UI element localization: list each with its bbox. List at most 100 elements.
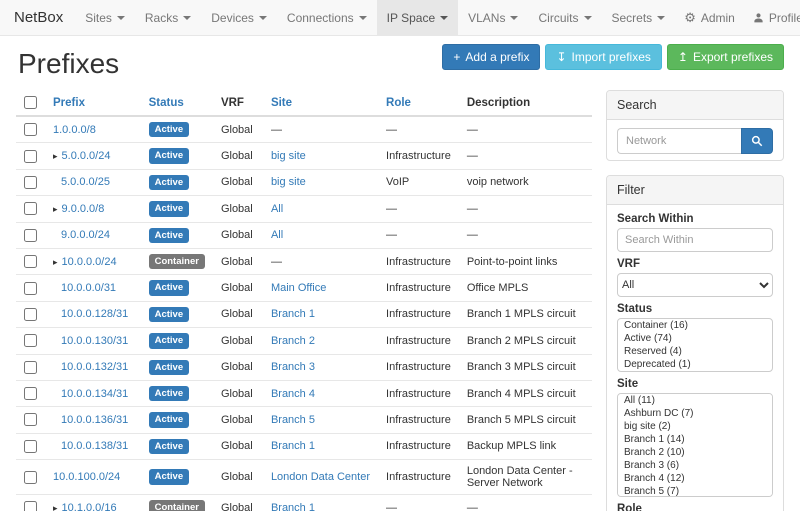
table-row: 10.0.0.134/31ActiveGlobalBranch 4Infrast… <box>16 380 592 406</box>
prefix-link[interactable]: 10.0.0.132/31 <box>61 361 128 373</box>
filter-option[interactable]: Branch 2 (10) <box>618 446 772 459</box>
filter-select-vrf[interactable]: All <box>617 273 773 297</box>
prefix-link[interactable]: 10.0.0.0/31 <box>61 282 116 294</box>
prefix-link[interactable]: 10.0.0.136/31 <box>61 414 128 426</box>
row-checkbox[interactable] <box>24 282 37 295</box>
chevron-down-icon <box>440 16 448 20</box>
sort-link[interactable]: Prefix <box>53 97 85 109</box>
site-link[interactable]: All <box>271 229 283 241</box>
site-link[interactable]: big site <box>271 176 306 188</box>
nav-item-racks[interactable]: Racks <box>135 0 201 35</box>
prefix-link[interactable]: 9.0.0.0/8 <box>62 203 105 215</box>
prefix-link[interactable]: 10.0.0.134/31 <box>61 388 128 400</box>
row-checkbox[interactable] <box>24 387 37 400</box>
search-input[interactable] <box>617 128 741 154</box>
filter-list-site[interactable]: All (11)Ashburn DC (7)big site (2)Branch… <box>617 393 773 497</box>
nav-item-ip-space[interactable]: IP Space <box>377 0 458 35</box>
nav-item-devices[interactable]: Devices <box>201 0 277 35</box>
prefix-link[interactable]: 9.0.0.0/24 <box>61 229 110 241</box>
select-all-checkbox[interactable] <box>24 96 37 109</box>
site-link[interactable]: Branch 5 <box>271 414 315 426</box>
row-checkbox[interactable] <box>24 123 37 136</box>
row-checkbox[interactable] <box>24 361 37 374</box>
filter-option[interactable]: big site (2) <box>618 420 772 433</box>
site-link[interactable]: Main Office <box>271 282 326 294</box>
column-header-role[interactable]: Role <box>378 90 459 116</box>
filter-option[interactable]: Branch 3 (6) <box>618 459 772 472</box>
row-checkbox[interactable] <box>24 501 37 511</box>
row-checkbox[interactable] <box>24 413 37 426</box>
nav-item-label: VLANs <box>468 11 505 25</box>
site-link[interactable]: London Data Center <box>271 471 370 483</box>
filter-option[interactable]: Branch 4 (12) <box>618 472 772 485</box>
filter-option[interactable]: Ashburn DC (7) <box>618 407 772 420</box>
site-link[interactable]: Branch 1 <box>271 440 315 452</box>
filter-option[interactable]: Container (16) <box>618 319 772 332</box>
nav-item-connections[interactable]: Connections <box>277 0 377 35</box>
prefix-link[interactable]: 10.0.0.138/31 <box>61 440 128 452</box>
sort-link[interactable]: Site <box>271 97 292 109</box>
sort-link[interactable]: Role <box>386 97 411 109</box>
search-button[interactable] <box>741 128 773 154</box>
nav-item-label: Circuits <box>538 11 578 25</box>
admin-link[interactable]: ⚙Admin <box>675 0 744 35</box>
row-checkbox[interactable] <box>24 229 37 242</box>
site-link[interactable]: Branch 1 <box>271 502 315 511</box>
filter-option[interactable]: Active (74) <box>618 332 772 345</box>
add-a-prefix-button[interactable]: +Add a prefix <box>442 44 540 70</box>
filter-option[interactable]: All (11) <box>618 394 772 407</box>
nav-item-secrets[interactable]: Secrets <box>602 0 676 35</box>
row-checkbox[interactable] <box>24 334 37 347</box>
filter-input-search-within[interactable] <box>617 228 773 252</box>
site-link[interactable]: big site <box>271 150 306 162</box>
site-link[interactable]: Branch 1 <box>271 308 315 320</box>
nav-item-sites[interactable]: Sites <box>75 0 135 35</box>
prefix-link[interactable]: 10.0.0.128/31 <box>61 308 128 320</box>
sort-link[interactable]: Status <box>149 97 184 109</box>
prefix-link[interactable]: 1.0.0.0/8 <box>53 124 96 136</box>
status-badge: Active <box>149 175 190 190</box>
prefix-table-body: 1.0.0.0/8ActiveGlobal———▸5.0.0.0/24Activ… <box>16 116 592 511</box>
expand-caret-icon[interactable]: ▸ <box>53 503 58 511</box>
prefix-link[interactable]: 5.0.0.0/24 <box>62 150 111 162</box>
prefix-link[interactable]: 10.0.0.130/31 <box>61 335 128 347</box>
site-link[interactable]: All <box>271 203 283 215</box>
prefix-link[interactable]: 5.0.0.0/25 <box>61 176 110 188</box>
site-link[interactable]: Branch 2 <box>271 335 315 347</box>
nav-item-circuits[interactable]: Circuits <box>528 0 601 35</box>
row-checkbox[interactable] <box>24 471 37 484</box>
row-checkbox[interactable] <box>24 440 37 453</box>
role-cell: Infrastructure <box>386 282 451 294</box>
status-badge: Active <box>149 148 190 163</box>
filter-option[interactable]: Deprecated (1) <box>618 358 772 371</box>
vrf-cell: Global <box>213 495 263 511</box>
column-header-site[interactable]: Site <box>263 90 378 116</box>
column-header-status[interactable]: Status <box>141 90 213 116</box>
row-checkbox[interactable] <box>24 202 37 215</box>
site-link[interactable]: Branch 3 <box>271 361 315 373</box>
profile-link[interactable]: Profile <box>744 0 800 35</box>
export-prefixes-button[interactable]: ↥Export prefixes <box>667 44 784 70</box>
expand-caret-icon[interactable]: ▸ <box>53 204 58 214</box>
brand[interactable]: NetBox <box>10 0 75 35</box>
expand-caret-icon[interactable]: ▸ <box>53 257 58 267</box>
vrf-cell: Global <box>213 354 263 380</box>
nav-item-vlans[interactable]: VLANs <box>458 0 528 35</box>
site-link[interactable]: Branch 4 <box>271 388 315 400</box>
prefix-link[interactable]: 10.1.0.0/16 <box>62 502 117 511</box>
filter-option[interactable]: Branch 5 (7) <box>618 485 772 497</box>
filter-option[interactable]: Reserved (4) <box>618 345 772 358</box>
row-checkbox[interactable] <box>24 255 37 268</box>
row-checkbox[interactable] <box>24 176 37 189</box>
row-checkbox[interactable] <box>24 150 37 163</box>
row-checkbox[interactable] <box>24 308 37 321</box>
filter-option[interactable]: Branch 1 (14) <box>618 433 772 446</box>
description-cell: voip network <box>467 176 529 188</box>
table-row: ▸10.1.0.0/16ContainerGlobalBranch 1—— <box>16 495 592 511</box>
import-prefixes-button[interactable]: ↧Import prefixes <box>545 44 661 70</box>
filter-list-status[interactable]: Container (16)Active (74)Reserved (4)Dep… <box>617 318 773 372</box>
column-header-prefix[interactable]: Prefix <box>45 90 141 116</box>
prefix-link[interactable]: 10.0.0.0/24 <box>62 256 117 268</box>
prefix-link[interactable]: 10.0.100.0/24 <box>53 471 120 483</box>
expand-caret-icon[interactable]: ▸ <box>53 151 58 161</box>
